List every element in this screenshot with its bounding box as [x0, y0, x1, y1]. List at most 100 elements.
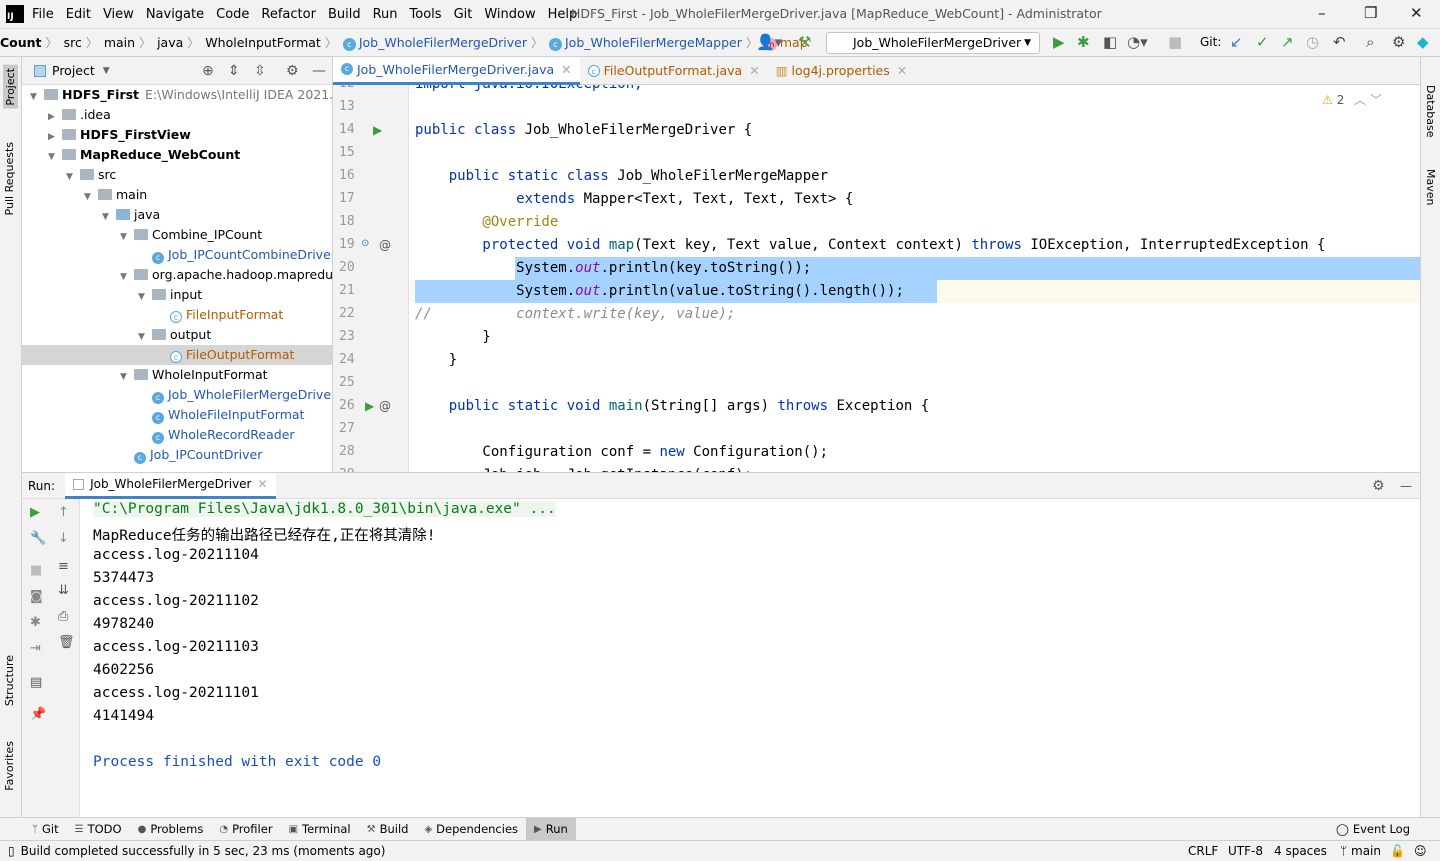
- chevron-down-icon[interactable]: ▼: [30, 87, 44, 105]
- pin-icon[interactable]: 📌: [30, 707, 46, 722]
- tool-window-todo[interactable]: ☰ TODO: [67, 818, 130, 841]
- tree-item[interactable]: ▼ MapReduce_WebCount: [22, 145, 332, 165]
- up-icon[interactable]: ↑: [58, 505, 69, 520]
- editor-tab[interactable]: ▥ log4j.properties ✕: [768, 57, 916, 85]
- close-tab-icon[interactable]: ✕: [897, 63, 907, 78]
- chevron-down-icon[interactable]: ▼: [66, 167, 80, 185]
- tree-item[interactable]: c Job_IPCountCombineDriver: [22, 245, 332, 265]
- tool-window-problems[interactable]: ● Problems: [130, 818, 212, 841]
- git-branch[interactable]: ᛘ main: [1340, 844, 1381, 858]
- menu-run[interactable]: Run: [373, 7, 398, 22]
- tree-item[interactable]: ▼ java: [22, 205, 332, 225]
- menu-view[interactable]: View: [103, 7, 134, 22]
- git-push-icon[interactable]: ↗: [1281, 33, 1294, 51]
- close-tab-icon[interactable]: ✕: [258, 477, 268, 491]
- line-separator[interactable]: CRLF: [1188, 844, 1218, 858]
- tab-pull-requests[interactable]: Pull Requests: [3, 142, 16, 215]
- menu-window[interactable]: Window: [484, 7, 535, 22]
- collapse-all-icon[interactable]: ⇳: [254, 63, 266, 79]
- maximize-button[interactable]: ❐: [1364, 4, 1377, 22]
- gear-icon[interactable]: ⚙: [1372, 478, 1385, 494]
- expand-all-icon[interactable]: ⇕: [228, 63, 240, 79]
- file-encoding[interactable]: UTF-8: [1228, 844, 1263, 858]
- menu-build[interactable]: Build: [328, 7, 361, 22]
- rollback-icon[interactable]: ↶: [1333, 33, 1346, 51]
- menu-git[interactable]: Git: [454, 7, 473, 22]
- breadcrumb-item[interactable]: WholeInputFormat: [205, 35, 321, 50]
- tree-item[interactable]: c WholeRecordReader: [22, 425, 332, 445]
- tree-item[interactable]: ▼ input: [22, 285, 332, 305]
- editor-tab[interactable]: c FileOutputFormat.java ✕: [580, 57, 768, 85]
- tool-window-git[interactable]: ᛘ Git: [24, 818, 67, 841]
- tree-item[interactable]: ▼ WholeInputFormat: [22, 365, 332, 385]
- tab-project[interactable]: Project: [3, 65, 18, 109]
- camera-icon[interactable]: ◙: [30, 589, 43, 604]
- breadcrumb-item[interactable]: main: [104, 35, 135, 50]
- tab-favorites[interactable]: Favorites: [3, 741, 16, 791]
- scroll-to-end-icon[interactable]: ⇊: [58, 583, 69, 598]
- breadcrumb-item[interactable]: c Job_WholeFilerMergeMapper: [549, 35, 742, 51]
- run-tab[interactable]: Job_WholeFilerMergeDriver ✕: [65, 472, 276, 499]
- inspection-icon[interactable]: ☺: [1414, 844, 1427, 858]
- tree-item[interactable]: c FileInputFormat: [22, 305, 332, 325]
- tree-item[interactable]: c WholeFileInputFormat: [22, 405, 332, 425]
- breadcrumb-item[interactable]: c Job_WholeFilerMergeDriver: [342, 35, 527, 51]
- tab-database[interactable]: Database: [1424, 85, 1437, 138]
- run-icon[interactable]: ▶: [1053, 33, 1065, 51]
- layout-icon[interactable]: ▤: [30, 675, 42, 690]
- menu-navigate[interactable]: Navigate: [146, 7, 204, 22]
- coverage-icon[interactable]: ◧: [1103, 33, 1117, 51]
- chevron-down-icon[interactable]: ▼: [48, 147, 62, 165]
- search-icon[interactable]: ⌕: [1366, 33, 1374, 51]
- event-log-button[interactable]: ◯ Event Log: [1328, 818, 1418, 841]
- debug-icon[interactable]: ✱: [30, 615, 41, 630]
- tree-item[interactable]: c Job_IPCountDriver: [22, 445, 332, 465]
- git-commit-icon[interactable]: ✓: [1256, 33, 1269, 51]
- tree-item[interactable]: ▶ .idea: [22, 105, 332, 125]
- close-button[interactable]: ✕: [1410, 4, 1423, 22]
- menu-code[interactable]: Code: [216, 7, 249, 22]
- settings-gear-icon[interactable]: ⚙: [1392, 33, 1405, 51]
- run-gutter-icon[interactable]: ▶: [365, 399, 374, 413]
- chevron-down-icon[interactable]: ▼: [120, 267, 134, 285]
- git-update-icon[interactable]: ↙: [1230, 33, 1243, 51]
- close-tab-icon[interactable]: ✕: [749, 63, 759, 78]
- breadcrumb-item[interactable]: Count: [0, 35, 42, 50]
- chevron-down-icon[interactable]: ▼: [102, 207, 116, 225]
- chevron-down-icon[interactable]: ▼: [138, 287, 152, 305]
- status-icon[interactable]: ▯: [8, 844, 15, 858]
- tab-structure[interactable]: Structure: [3, 655, 16, 706]
- menu-tools[interactable]: Tools: [410, 7, 442, 22]
- chevron-right-icon[interactable]: ▶: [48, 127, 62, 145]
- debug-icon[interactable]: ✱: [1077, 33, 1090, 51]
- chevron-down-icon[interactable]: ▼: [84, 187, 98, 205]
- tool-window-profiler[interactable]: ◔ Profiler: [211, 818, 280, 841]
- history-icon[interactable]: ◷: [1306, 33, 1319, 51]
- chevron-down-icon[interactable]: ▼: [138, 327, 152, 345]
- menu-file[interactable]: File: [32, 7, 54, 22]
- tool-window-build[interactable]: ⚒ Build: [359, 818, 417, 841]
- run-configuration-select[interactable]: Job_WholeFilerMergeDriver ▼: [826, 32, 1040, 54]
- stop-icon[interactable]: ■: [1168, 33, 1182, 51]
- locate-icon[interactable]: ⊕: [202, 63, 214, 79]
- tree-item[interactable]: ▼ main: [22, 185, 332, 205]
- chevron-down-icon[interactable]: ▼: [120, 227, 134, 245]
- tool-window-terminal[interactable]: ▣ Terminal: [281, 818, 359, 841]
- override-method-icon[interactable]: ⊙: [361, 238, 369, 249]
- tree-item[interactable]: c FileOutputFormat: [22, 345, 332, 365]
- indent-setting[interactable]: 4 spaces: [1274, 844, 1327, 858]
- tree-item[interactable]: ▶ HDFS_FirstView: [22, 125, 332, 145]
- implements-icon[interactable]: @: [379, 399, 391, 413]
- breadcrumb-item[interactable]: java: [157, 35, 183, 50]
- chevron-down-icon[interactable]: ▼: [120, 367, 134, 385]
- lock-icon[interactable]: 🔓: [1390, 844, 1405, 858]
- tab-maven[interactable]: Maven: [1424, 169, 1437, 205]
- breadcrumb-item[interactable]: src: [64, 35, 82, 50]
- exit-icon[interactable]: ⇥: [30, 641, 41, 656]
- tree-item[interactable]: ▼ src: [22, 165, 332, 185]
- menu-refactor[interactable]: Refactor: [261, 7, 316, 22]
- menu-edit[interactable]: Edit: [66, 7, 91, 22]
- vcs-user-icon[interactable]: 👤▾: [756, 33, 782, 51]
- close-tab-icon[interactable]: ✕: [561, 62, 571, 77]
- status-message[interactable]: Build completed successfully in 5 sec, 2…: [21, 844, 386, 858]
